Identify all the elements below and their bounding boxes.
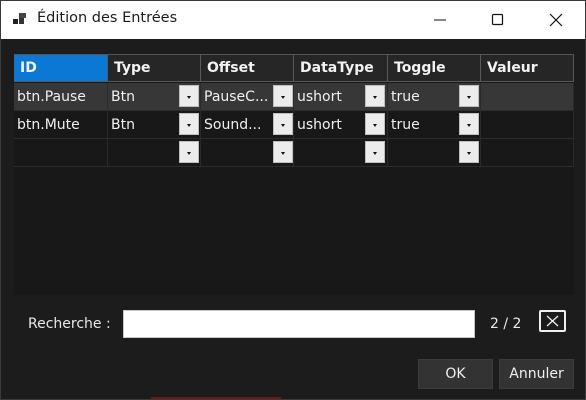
type-dropdown-icon[interactable]: [179, 85, 199, 107]
cell-toggle-value: true: [391, 89, 420, 105]
toggle-dropdown-icon[interactable]: [459, 141, 479, 163]
cell-datatype-value: ushort: [297, 117, 342, 133]
cell-offset-value: PauseC...: [204, 89, 269, 105]
column-header-type[interactable]: Type: [108, 55, 201, 82]
cell-type[interactable]: Btn: [108, 83, 201, 111]
maximize-button[interactable]: [469, 1, 527, 39]
cell-valeur[interactable]: [481, 111, 574, 139]
cell-id[interactable]: btn.Mute: [14, 111, 108, 139]
datatype-dropdown-icon[interactable]: [365, 85, 385, 107]
cell-id[interactable]: [14, 139, 108, 167]
cell-offset[interactable]: [201, 139, 294, 167]
cell-toggle[interactable]: true: [388, 111, 481, 139]
window-title: Édition des Entrées: [37, 10, 178, 26]
ok-button[interactable]: OK: [418, 359, 493, 389]
type-dropdown-icon[interactable]: [179, 141, 199, 163]
cell-valeur[interactable]: [481, 83, 574, 111]
maximize-icon: [491, 13, 504, 26]
table-row[interactable]: btn.Pause Btn PauseC... ushort true: [14, 83, 574, 111]
offset-dropdown-icon[interactable]: [273, 141, 293, 163]
cell-type-value: Btn: [111, 117, 135, 133]
cancel-button[interactable]: Annuler: [499, 359, 574, 389]
cell-valeur[interactable]: [481, 139, 574, 167]
cell-type-value: Btn: [111, 89, 135, 105]
clear-search-button[interactable]: [539, 310, 566, 332]
toggle-dropdown-icon[interactable]: [459, 113, 479, 135]
cell-offset[interactable]: PauseC...: [201, 83, 294, 111]
background-artifact: [151, 397, 281, 399]
column-header-id[interactable]: ID: [14, 55, 108, 82]
cell-datatype[interactable]: ushort: [294, 83, 388, 111]
cell-datatype[interactable]: ushort: [294, 111, 388, 139]
cell-offset-value: Sound...: [204, 117, 262, 133]
entries-grid[interactable]: ID Type Offset DataType Toggle Valeur bt…: [14, 54, 574, 295]
app-icon: [13, 12, 27, 26]
column-header-valeur[interactable]: Valeur: [481, 55, 574, 82]
table-row-new[interactable]: [14, 139, 574, 167]
datatype-dropdown-icon[interactable]: [365, 141, 385, 163]
search-input[interactable]: [123, 310, 475, 338]
offset-dropdown-icon[interactable]: [273, 113, 293, 135]
datatype-dropdown-icon[interactable]: [365, 113, 385, 135]
cell-offset[interactable]: Sound...: [201, 111, 294, 139]
close-icon: [549, 13, 563, 27]
cell-toggle-value: true: [391, 117, 420, 133]
table-row[interactable]: btn.Mute Btn Sound... ushort true: [14, 111, 574, 139]
minimize-button[interactable]: [411, 1, 469, 39]
cell-type[interactable]: Btn: [108, 111, 201, 139]
cell-datatype[interactable]: [294, 139, 388, 167]
cell-datatype-value: ushort: [297, 89, 342, 105]
column-header-datatype[interactable]: DataType: [294, 55, 388, 82]
search-label: Recherche :: [28, 316, 111, 332]
toggle-dropdown-icon[interactable]: [459, 85, 479, 107]
cell-type[interactable]: [108, 139, 201, 167]
cell-toggle[interactable]: true: [388, 83, 481, 111]
close-button[interactable]: [527, 1, 585, 39]
minimize-icon: [434, 19, 446, 21]
result-counter: 2 / 2: [490, 316, 522, 332]
cell-toggle[interactable]: [388, 139, 481, 167]
clear-search-icon: [546, 315, 559, 327]
offset-dropdown-icon[interactable]: [273, 85, 293, 107]
cell-id[interactable]: btn.Pause: [14, 83, 108, 111]
title-bar[interactable]: Édition des Entrées: [1, 1, 585, 39]
type-dropdown-icon[interactable]: [179, 113, 199, 135]
grid-header: ID Type Offset DataType Toggle Valeur: [14, 55, 574, 82]
column-header-toggle[interactable]: Toggle: [388, 55, 481, 82]
column-header-offset[interactable]: Offset: [201, 55, 294, 82]
dialog-window: Édition des Entrées ID Type Offset DataT…: [0, 0, 586, 400]
